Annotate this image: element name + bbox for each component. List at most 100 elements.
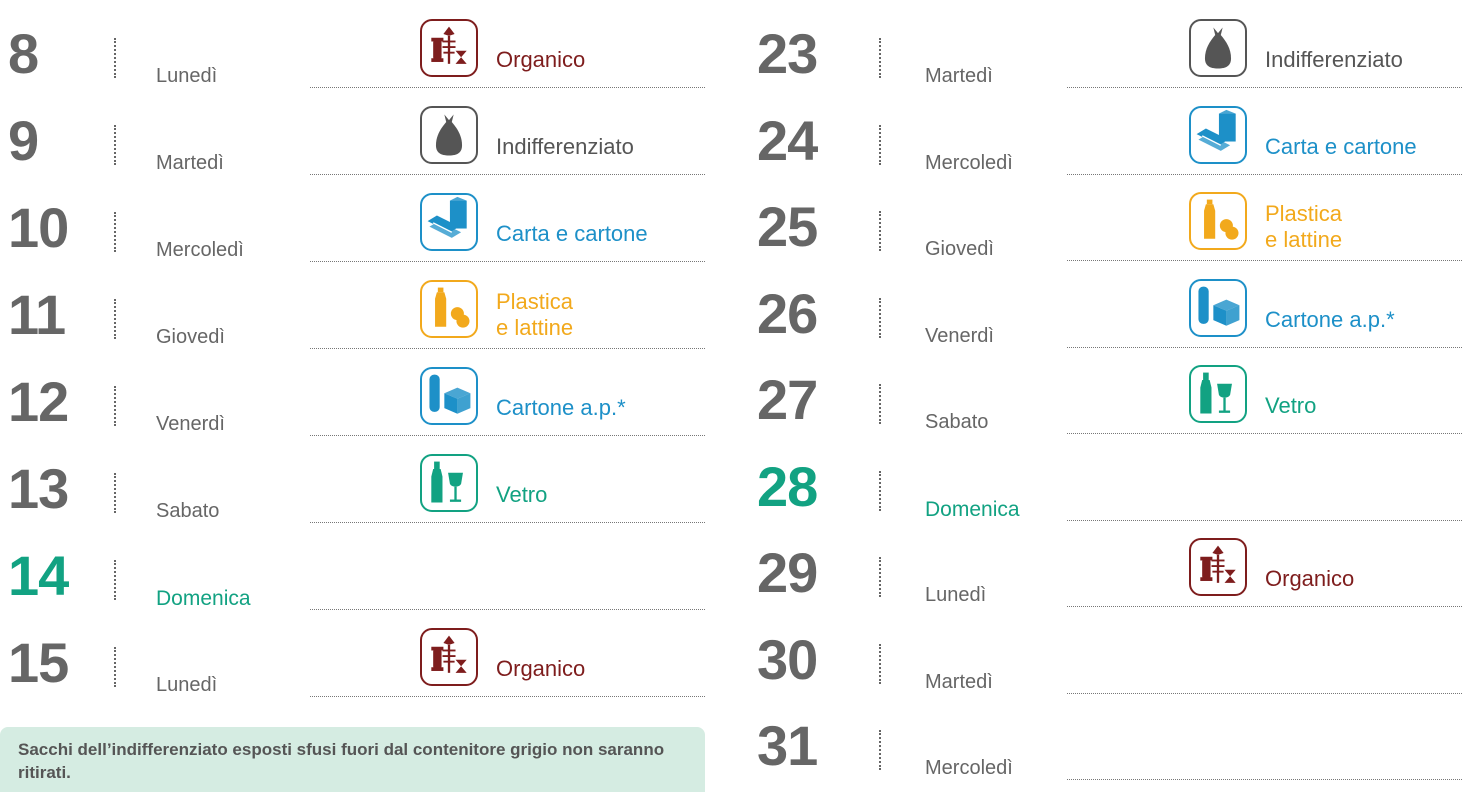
calendar-row: 28 Domenica (757, 443, 1462, 530)
dotted-separator (879, 297, 881, 338)
waste-type-label: Plastica e lattine (1265, 201, 1342, 253)
waste-type-line: Vetro (496, 482, 548, 507)
weekday-label: Martedì (925, 670, 993, 693)
dotted-leader-line (310, 435, 705, 436)
glass-icon (1189, 365, 1247, 423)
calendar-row: 11 Giovedì Plastica e lattine (0, 271, 705, 358)
waste-type-line: Carta e cartone (496, 221, 648, 246)
waste-type-label: Organico (496, 47, 585, 73)
waste-type-label: Indifferenziato (496, 134, 634, 160)
dotted-separator (114, 212, 116, 252)
weekday-label: Venerdì (156, 413, 225, 435)
plastic-icon (420, 280, 478, 338)
dotted-leader-line (1067, 260, 1462, 261)
day-number: 23 (757, 22, 818, 85)
glass-icon (420, 454, 478, 512)
waste-type-label: Cartone a.p.* (1265, 307, 1395, 333)
day-number: 12 (8, 370, 69, 433)
weekday-label: Martedì (925, 65, 993, 87)
weekday-label: Martedì (156, 152, 224, 174)
waste-type-line-2: e lattine (496, 315, 574, 340)
dotted-separator (114, 560, 116, 600)
dotted-separator (879, 384, 881, 424)
waste-type-label: Carta e cartone (496, 221, 648, 247)
waste-type-line: Organico (496, 656, 586, 681)
calendar-row: 13 Sabato Vetro (0, 445, 705, 532)
day-number: 31 (757, 714, 818, 777)
waste-type-label: Organico (496, 656, 585, 682)
dotted-leader-line (310, 522, 705, 523)
weekday-label: Mercoledì (925, 757, 1013, 779)
calendar-row: 31 Mercoledì (757, 702, 1462, 789)
weekday-label: Mercoledì (156, 239, 244, 261)
waste-type-line: Plastica (1265, 201, 1343, 226)
day-number: 14 (8, 544, 69, 607)
dotted-separator (879, 557, 881, 597)
dotted-separator (879, 730, 881, 770)
calendar-row: 29 Lunedì Organico (757, 529, 1462, 616)
waste-type-line: Carta e cartone (1265, 133, 1417, 159)
day-number: 13 (8, 457, 69, 520)
dotted-leader-line (1067, 519, 1462, 521)
waste-type-line: Plastica (496, 289, 574, 314)
bag-icon (1189, 19, 1247, 77)
waste-type-line: Indifferenziato (1265, 47, 1403, 72)
calendar-row: 26 Venerdì Cartone a.p.* (757, 270, 1462, 357)
carton-icon (420, 367, 478, 425)
weekday-label: Domenica (925, 497, 1020, 521)
dotted-leader-line (1067, 606, 1462, 607)
dotted-separator (114, 125, 116, 165)
waste-type-line-2: e lattine (1265, 227, 1343, 252)
dotted-separator (879, 211, 881, 251)
weekday-label: Lunedì (925, 584, 987, 606)
collection-note: Sacchi dell’indifferenziato esposti sfus… (0, 727, 705, 792)
dotted-separator (879, 38, 881, 78)
dotted-leader-line (310, 348, 705, 349)
dotted-leader-line (1067, 692, 1462, 694)
waste-type-label: Carta e cartone (1265, 134, 1417, 160)
dotted-separator (879, 470, 881, 511)
day-number: 10 (8, 196, 69, 259)
calendar-row: 23 Martedì Indifferenziato (757, 10, 1462, 97)
dotted-separator (114, 473, 116, 513)
paper-icon (420, 193, 478, 251)
dotted-leader-line (310, 174, 705, 175)
day-number: 9 (8, 109, 39, 172)
waste-type-line: Organico (1265, 566, 1355, 591)
day-number: 24 (757, 108, 818, 172)
dotted-leader-line (1067, 173, 1462, 175)
dotted-separator (114, 299, 116, 339)
dotted-leader-line (1067, 87, 1462, 88)
dotted-separator (879, 643, 881, 684)
dotted-leader-line (1067, 433, 1462, 434)
day-number: 26 (757, 281, 818, 345)
waste-type-label: Cartone a.p.* (496, 395, 626, 421)
waste-type-label: Plastica e lattine (496, 289, 573, 341)
waste-type-label: Vetro (496, 482, 547, 508)
dotted-separator (114, 647, 116, 687)
day-number: 25 (757, 195, 818, 258)
day-number: 29 (757, 541, 818, 604)
weekday-label: Lunedì (156, 674, 218, 696)
calendar-row: 10 Mercoledì Carta e cartone (0, 184, 705, 271)
day-number: 8 (8, 22, 39, 85)
dotted-leader-line (310, 261, 705, 262)
dotted-leader-line (310, 609, 705, 610)
waste-type-line: Organico (496, 47, 586, 72)
weekday-label: Sabato (156, 500, 220, 522)
day-number: 28 (757, 454, 818, 518)
day-number: 30 (757, 627, 818, 691)
dotted-leader-line (310, 696, 705, 697)
weekday-label: Sabato (925, 411, 989, 433)
calendar-row: 30 Martedì (757, 616, 1462, 703)
dotted-leader-line (310, 87, 705, 88)
weekday-label: Domenica (156, 587, 251, 610)
waste-type-line: Indifferenziato (496, 134, 634, 159)
weekday-label: Giovedì (925, 238, 994, 260)
weekday-label: Venerdì (925, 324, 994, 347)
calendar-row: 27 Sabato Vetro (757, 356, 1462, 443)
dotted-separator (879, 124, 881, 165)
bag-icon (420, 106, 478, 164)
dotted-separator (114, 38, 116, 78)
calendar-row: 15 Lunedì Organico (0, 619, 705, 706)
